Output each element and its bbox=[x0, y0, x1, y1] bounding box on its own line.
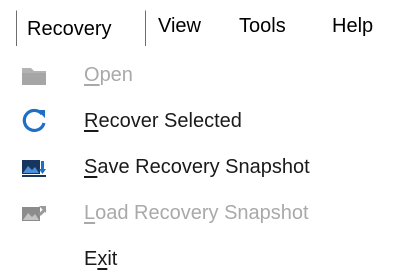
menu-item-open[interactable]: Open bbox=[16, 55, 401, 95]
menu-item-recover-selected[interactable]: Recover Selected bbox=[16, 101, 401, 141]
menu-item-exit-label: Exit bbox=[84, 248, 118, 270]
menu-bar: Recovery View Tools Help bbox=[0, 0, 401, 48]
menu-item-load-recovery-snapshot-label: Load Recovery Snapshot bbox=[84, 202, 309, 224]
menu-help-label: Help bbox=[332, 15, 374, 37]
menu-item-load-recovery-snapshot[interactable]: Load Recovery Snapshot bbox=[16, 193, 401, 233]
menu-item-exit[interactable]: Exit bbox=[16, 239, 401, 273]
menu-help[interactable]: Help bbox=[332, 10, 373, 42]
menu-item-open-label: Open bbox=[84, 64, 133, 86]
menu-tools-label: Tools bbox=[239, 15, 286, 37]
menu-recovery[interactable]: Recovery bbox=[16, 10, 146, 46]
recovery-dropdown-menu: Open Recover Selected Save Recovery Snap… bbox=[16, 46, 401, 273]
menu-view-label: View bbox=[158, 15, 201, 37]
save-snapshot-icon bbox=[20, 153, 48, 181]
menu-item-save-recovery-snapshot[interactable]: Save Recovery Snapshot bbox=[16, 147, 401, 187]
menu-view[interactable]: View bbox=[158, 10, 201, 42]
menu-item-recover-selected-label: Recover Selected bbox=[84, 110, 242, 132]
menu-tools[interactable]: Tools bbox=[239, 10, 286, 42]
load-snapshot-icon bbox=[20, 199, 48, 227]
menu-item-save-recovery-snapshot-label: Save Recovery Snapshot bbox=[84, 156, 310, 178]
folder-icon bbox=[20, 61, 48, 89]
refresh-icon bbox=[20, 107, 48, 135]
menu-recovery-label: Recovery bbox=[27, 18, 112, 40]
